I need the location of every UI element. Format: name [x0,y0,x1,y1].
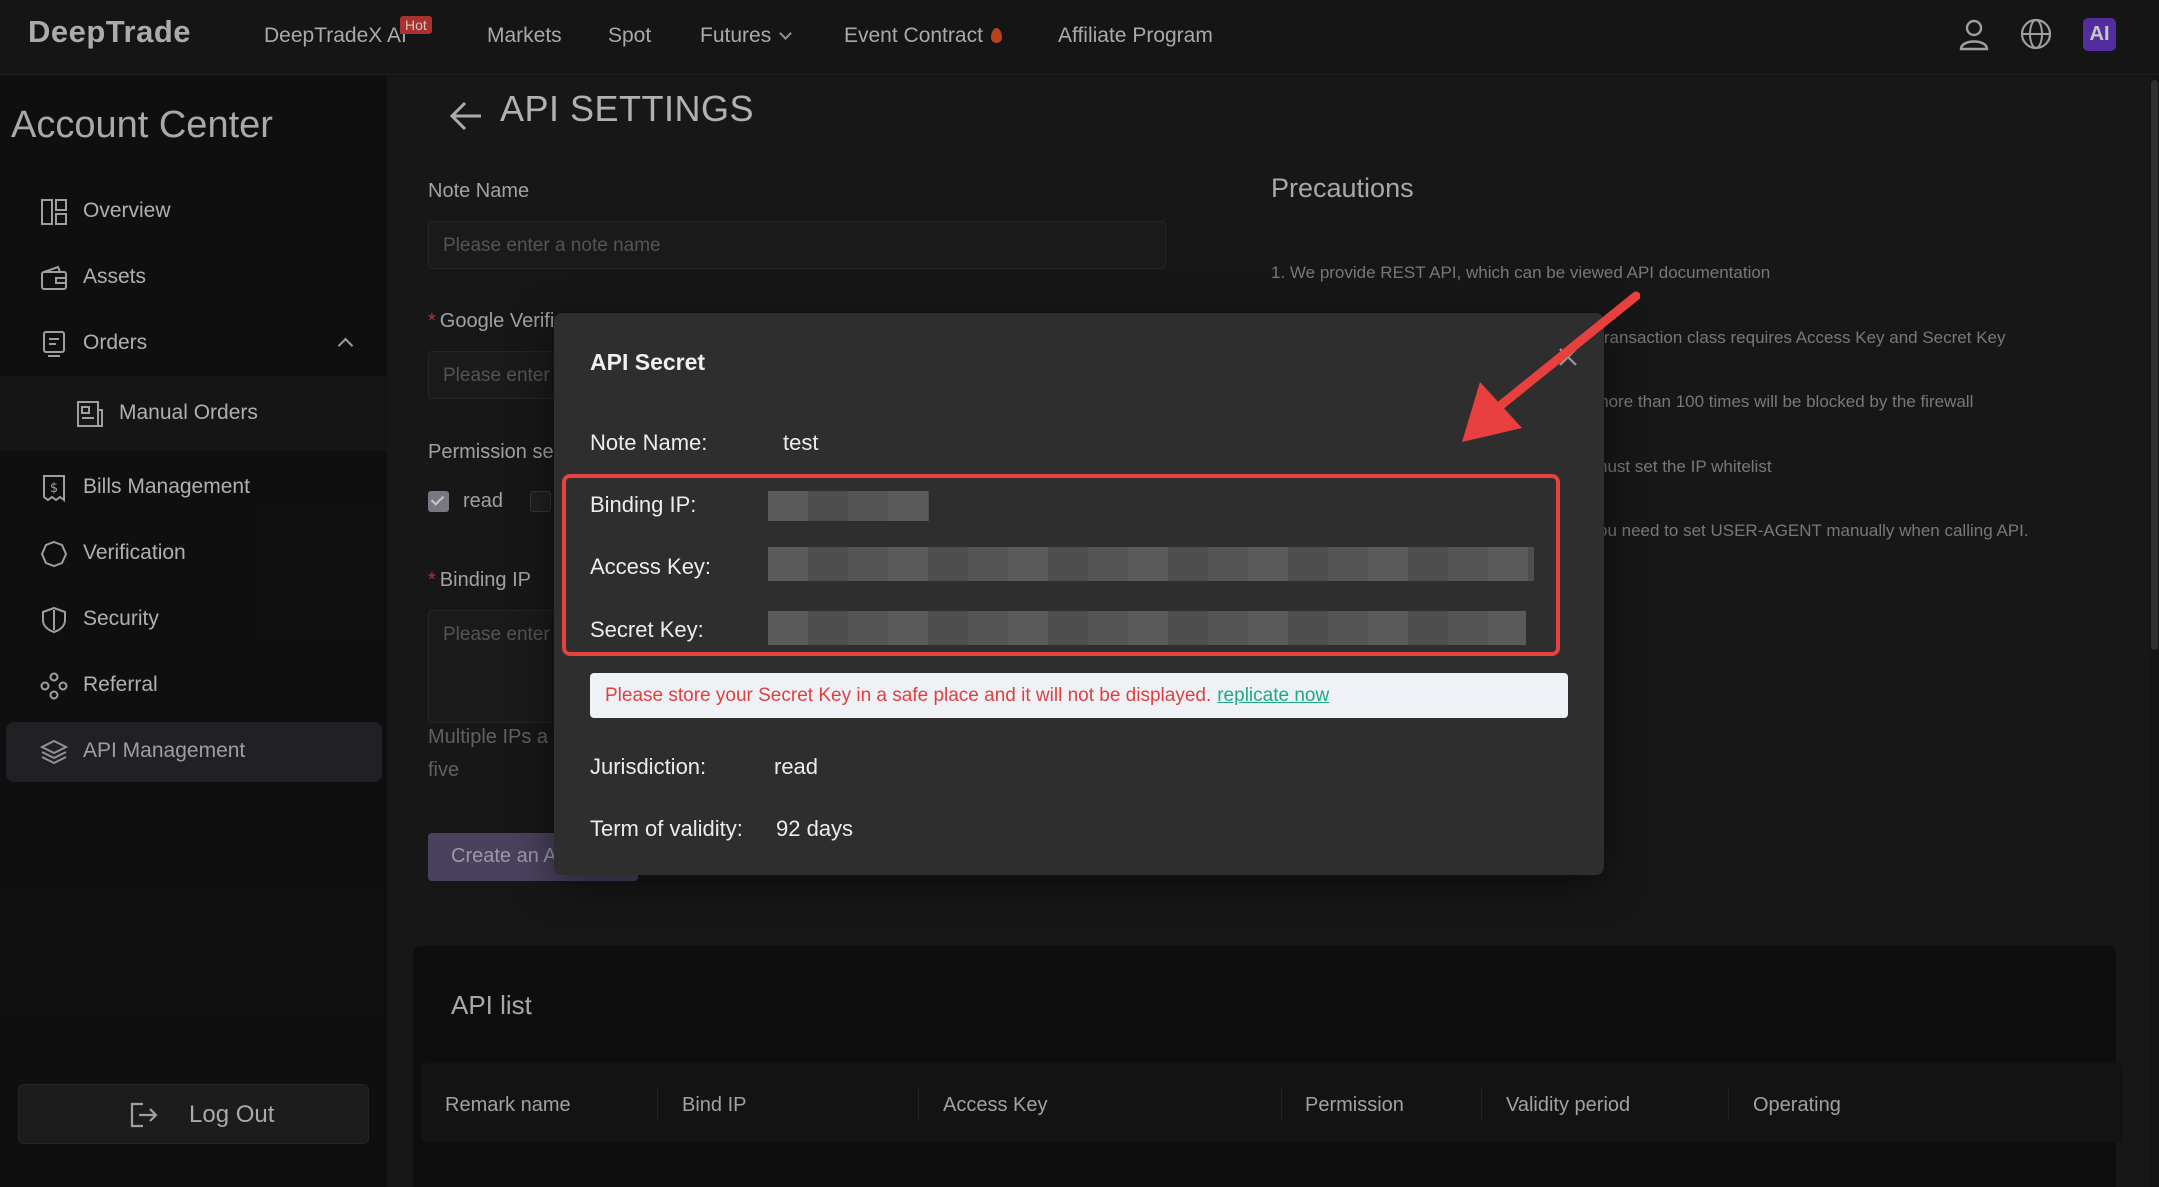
modal-secret-key-label: Secret Key: [590,617,704,642]
modal-access-key-label: Access Key: [590,554,712,579]
secret-key-warning-notice: Please store your Secret Key in a safe p… [590,673,1568,718]
modal-title: API Secret [590,349,706,375]
secret-key-redacted-value[interactable] [768,611,1526,645]
modal-note-name-label: Note Name: [590,430,708,455]
modal-jurisdiction-label: Jurisdiction: [590,754,707,779]
modal-validity-value: 92 days [776,816,854,841]
page: DeepTrade DeepTradeX AI Hot Markets Spot… [0,0,2159,1187]
notice-text: Please store your Secret Key in a safe p… [605,685,1212,706]
modal-binding-ip-label: Binding IP: [590,492,697,517]
modal-note-name-value: test [783,430,819,455]
binding-ip-redacted-value [768,491,929,521]
modal-validity-label: Term of validity: [590,816,743,841]
access-key-redacted-value[interactable] [768,547,1534,581]
replicate-now-link[interactable]: replicate now [1217,685,1329,706]
annotation-arrow-icon [1462,291,1640,442]
modal-jurisdiction-value: read [774,754,819,779]
